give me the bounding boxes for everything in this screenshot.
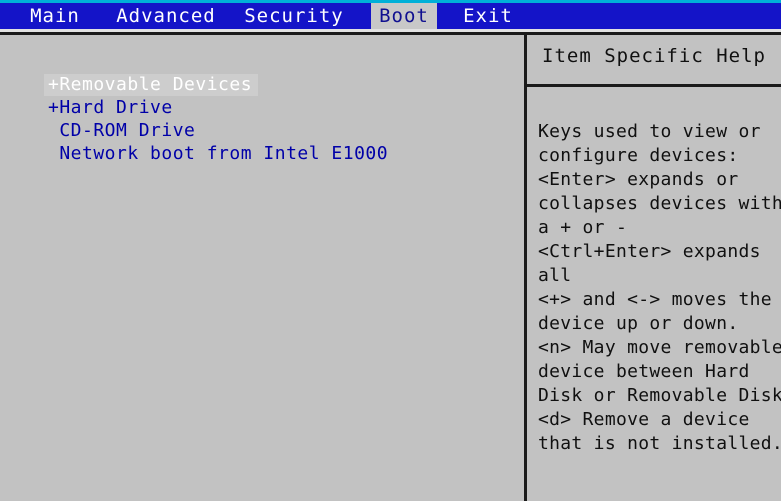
item-specific-help-pane: Item Specific Help Keys used to view or c… <box>527 35 781 501</box>
menu-tab-main[interactable]: Main <box>10 3 100 29</box>
help-text-line: device between Hard <box>538 361 750 382</box>
menu-tab-advanced[interactable]: Advanced <box>104 3 228 29</box>
help-title-divider <box>527 84 781 87</box>
boot-device-list: +Removable Devices +Hard Drive CD-ROM Dri… <box>0 35 524 501</box>
help-text-line: <Ctrl+Enter> expands <box>538 241 761 262</box>
help-text-line: configure devices: <box>538 145 739 166</box>
menu-tab-boot[interactable]: Boot <box>371 3 437 29</box>
menu-tab-exit[interactable]: Exit <box>448 3 528 29</box>
help-text-line: <d> Remove a device <box>538 409 750 430</box>
help-text-line: <Enter> expands or <box>538 169 739 190</box>
help-text-line: collapses devices with <box>538 193 781 214</box>
help-pane-body: Keys used to view or configure devices: <E… <box>538 120 781 456</box>
help-text-line: Disk or Removable Disk <box>538 385 781 406</box>
help-text-line: Keys used to view or <box>538 121 761 142</box>
help-text-line: a + or - <box>538 217 628 238</box>
help-text-line: <+> and <-> moves the <box>538 289 772 310</box>
boot-device-item[interactable]: CD-ROM Drive <box>44 120 201 142</box>
boot-device-item[interactable]: +Hard Drive <box>44 97 179 119</box>
menu-bar: Main Advanced Security Boot Exit <box>0 3 781 29</box>
help-text-line: all <box>538 265 572 286</box>
bios-setup-screen: Main Advanced Security Boot Exit +Removable … <box>0 0 781 501</box>
help-text-line: <n> May move removable <box>538 337 781 358</box>
menu-tab-security[interactable]: Security <box>232 3 356 29</box>
help-text-line: that is not installed. <box>538 433 781 454</box>
boot-device-item[interactable]: +Removable Devices <box>44 74 259 96</box>
help-text-line: device up or down. <box>538 313 739 334</box>
help-pane-title: Item Specific Help <box>542 45 766 67</box>
boot-device-item[interactable]: Network boot from Intel E1000 <box>44 143 394 165</box>
